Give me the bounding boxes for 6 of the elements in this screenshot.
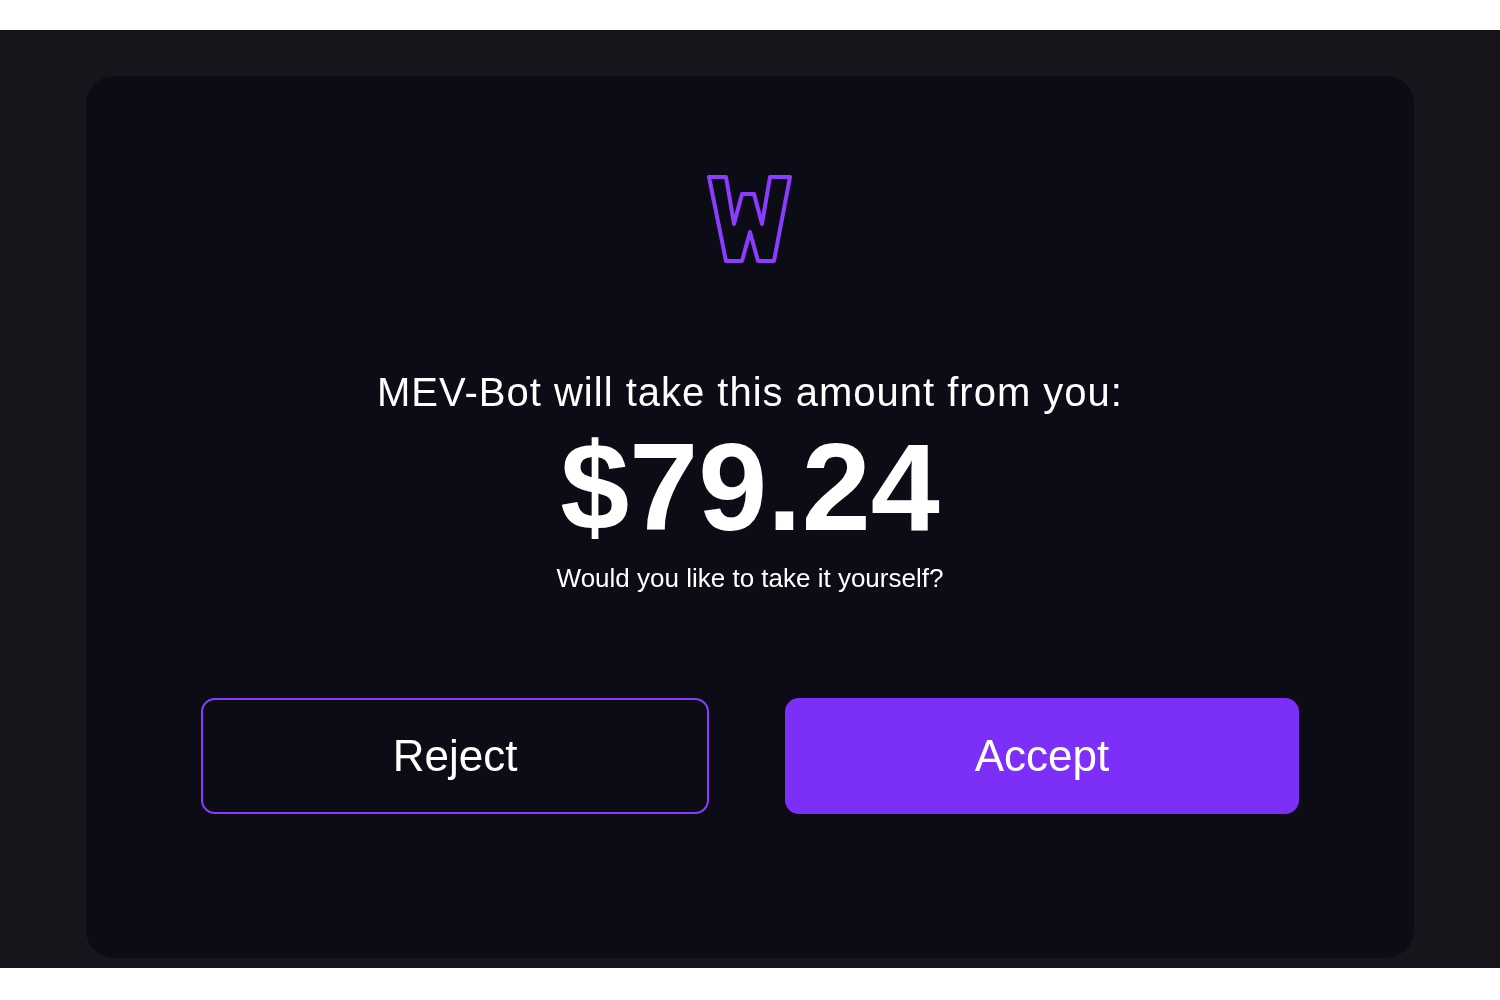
reject-button[interactable]: Reject: [201, 698, 709, 814]
accept-button[interactable]: Accept: [785, 698, 1299, 814]
message-text: MEV-Bot will take this amount from you:: [377, 369, 1123, 416]
amount-text: $79.24: [560, 422, 940, 552]
logo-icon: [706, 174, 794, 264]
question-text: Would you like to take it yourself?: [556, 562, 944, 594]
